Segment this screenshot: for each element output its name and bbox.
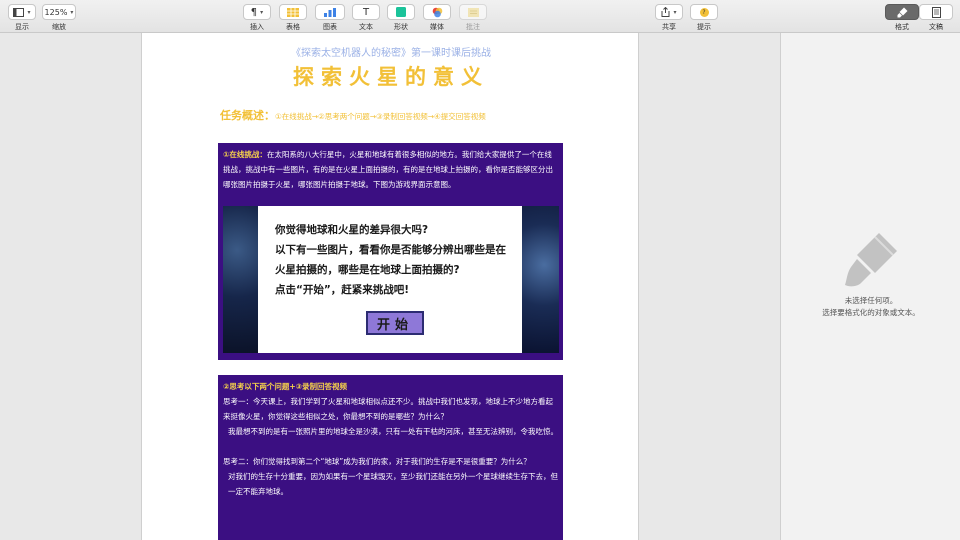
game-line: 点击“开始”，赶紧来挑战吧! (275, 284, 410, 296)
table-label: 表格 (286, 23, 300, 31)
chart-button[interactable] (315, 4, 345, 20)
sidebar-icon (13, 7, 25, 17)
task-overview: 任务概述：①在线挑战→②思考两个问题→③录制回答视频→④提交回答视频 (220, 107, 564, 123)
share-button[interactable]: ▾ (655, 4, 683, 20)
section1-heading: ①在线挑战： (223, 150, 267, 159)
inspector-empty-message: 未选择任何项。 选择要格式化的对象或文本。 (781, 295, 960, 319)
document-icon (931, 6, 941, 18)
toolbar: ▾ 显示 125% ▾ 缩放 ¶ ▾ 插入 表格 图表 T 文本 形状 媒体 批… (0, 0, 960, 33)
shape-label: 形状 (394, 23, 408, 31)
zoom-value: 125% (44, 7, 68, 17)
media-icon (432, 7, 442, 17)
section2-heading: ②思考以下两个问题+③录制回答视频 (223, 382, 347, 391)
document-group[interactable]: 文稿 (919, 4, 953, 32)
tips-group[interactable]: ? 提示 (690, 4, 718, 32)
paintbrush-icon (897, 7, 907, 17)
zoom-label: 缩放 (52, 23, 66, 31)
chevron-down-icon: ▾ (70, 8, 74, 16)
lightbulb-icon: ? (699, 7, 709, 17)
task-steps: ①在线挑战→②思考两个问题→③录制回答视频→④提交回答视频 (275, 112, 486, 121)
paragraph-icon: ¶ (250, 6, 258, 18)
text-group[interactable]: T 文本 (352, 4, 380, 32)
media-group[interactable]: 媒体 (423, 4, 451, 32)
document-canvas[interactable]: 《探索太空机器人的秘密》第一课时课后挑战 探索火星的意义 任务概述：①在线挑战→… (0, 33, 780, 540)
chart-icon (324, 7, 336, 17)
game-line: 火星拍摄的，哪些是在地球上面拍摄的? (275, 264, 460, 276)
share-label: 共享 (662, 23, 676, 31)
section2-heading-row: ②思考以下两个问题+③录制回答视频 (218, 375, 563, 394)
question-2: 思考二：你们觉得找到第二个“地球”成为我们的家，对于我们的生存是不是很重要？为什… (223, 457, 531, 466)
comment-group: 批注 (459, 4, 487, 32)
game-line: 以下有一些图片，看看你是否能够分辨出哪些是在 (275, 244, 506, 256)
insert-button[interactable]: ¶ ▾ (243, 4, 271, 20)
shape-group[interactable]: 形状 (387, 4, 415, 32)
doc-subtitle: 《探索太空机器人的秘密》第一课时课后挑战 (291, 48, 491, 59)
media-button[interactable] (423, 4, 451, 20)
question-1: 思考一：今天课上，我们学到了火星和地球相似点还不少。挑战中我们也发现，地球上不少… (223, 397, 553, 421)
comment-button (459, 4, 487, 20)
shape-icon (396, 7, 406, 17)
view-button[interactable]: ▾ (8, 4, 36, 20)
table-group[interactable]: 表格 (279, 4, 307, 32)
starfield-right (522, 206, 559, 353)
insert-label: 插入 (250, 23, 264, 31)
tips-label: 提示 (697, 23, 711, 31)
share-group[interactable]: ▾ 共享 (655, 4, 683, 32)
section1-paragraph: ①在线挑战：在太阳系的八大行星中，火星和地球有着很多相似的地方。我们给大家提供了… (218, 143, 563, 192)
format-group[interactable]: 格式 (885, 4, 919, 32)
answer-2: 对我们的生存十分重要，因为如果有一个星球毁灭，至少我们还能在另外一个星球继续生存… (228, 472, 558, 496)
game-line: 你觉得地球和火星的差异很大吗? (275, 224, 429, 236)
comment-label: 批注 (466, 23, 480, 31)
inspector-line-1: 未选择任何项。 (844, 296, 898, 305)
tips-button[interactable]: ? (690, 4, 718, 20)
table-button[interactable] (279, 4, 307, 20)
document-button[interactable] (919, 4, 953, 20)
text-icon: T (362, 6, 370, 18)
view-label: 显示 (15, 23, 29, 31)
comment-icon (467, 7, 479, 17)
shape-button[interactable] (387, 4, 415, 20)
zoom-group[interactable]: 125% ▾ 缩放 (42, 4, 76, 32)
starfield-left (223, 206, 258, 353)
chart-group[interactable]: 图表 (315, 4, 345, 32)
inspector-line-2: 选择要格式化的对象或文本。 (822, 308, 920, 317)
table-icon (287, 7, 299, 17)
game-start-button[interactable]: 开始 (366, 311, 424, 335)
view-group[interactable]: ▾ 显示 (8, 4, 36, 32)
section-online-challenge[interactable]: ①在线挑战：在太阳系的八大行星中，火星和地球有着很多相似的地方。我们给大家提供了… (218, 143, 563, 360)
share-icon (661, 7, 670, 17)
doc-title: 探索火星的意义 (293, 65, 489, 89)
format-inspector: 未选择任何项。 选择要格式化的对象或文本。 (780, 33, 960, 540)
chevron-down-icon: ▾ (260, 8, 264, 16)
insert-group[interactable]: ¶ ▾ 插入 (243, 4, 271, 32)
answer-1: 我最想不到的是有一张照片里的地球全是沙漠，只有一处有干枯的河床，甚至无法辨别，令… (228, 427, 558, 436)
text-button[interactable]: T (352, 4, 380, 20)
chart-label: 图表 (323, 23, 337, 31)
text-label: 文本 (359, 23, 373, 31)
format-label: 格式 (895, 23, 909, 31)
chevron-down-icon: ▾ (673, 8, 677, 16)
document-label: 文稿 (929, 23, 943, 31)
zoom-select[interactable]: 125% ▾ (42, 4, 76, 20)
media-label: 媒体 (430, 23, 444, 31)
game-text: 你觉得地球和火星的差异很大吗? 以下有一些图片，看看你是否能够分辨出哪些是在 火… (275, 220, 506, 300)
section1-body: 在太阳系的八大行星中，火星和地球有着很多相似的地方。我们给大家提供了一个在线挑战… (223, 150, 553, 189)
game-screenshot[interactable]: 你觉得地球和火星的差异很大吗? 以下有一些图片，看看你是否能够分辨出哪些是在 火… (223, 206, 559, 353)
chevron-down-icon: ▾ (27, 8, 31, 16)
task-label: 任务概述： (220, 109, 275, 122)
paintbrush-icon (845, 233, 897, 287)
document-page[interactable]: 《探索太空机器人的秘密》第一课时课后挑战 探索火星的意义 任务概述：①在线挑战→… (141, 33, 639, 540)
format-button[interactable] (885, 4, 919, 20)
section-questions[interactable]: ②思考以下两个问题+③录制回答视频 思考一：今天课上，我们学到了火星和地球相似点… (218, 375, 563, 540)
